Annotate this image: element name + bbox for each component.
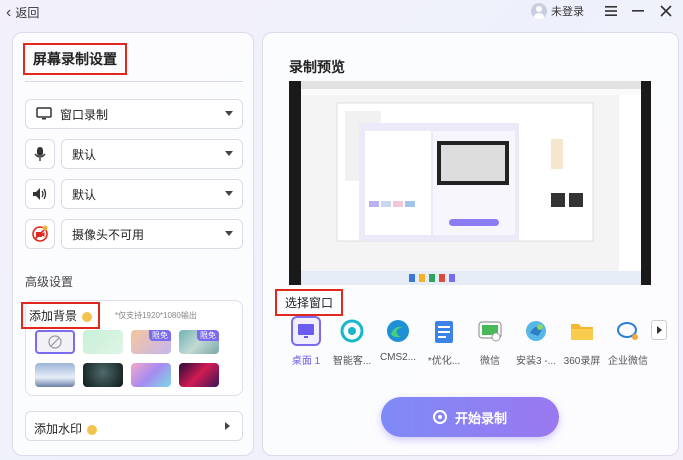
notepad-icon [429, 316, 459, 346]
monitor-icon [291, 316, 321, 346]
window-item-label: 360录屏 [563, 356, 601, 367]
camera-value: 摄像头不可用 [72, 227, 145, 242]
vip-crown-icon [87, 424, 98, 435]
window-item-wecom[interactable]: 企业微信 [607, 316, 649, 367]
window-item-label: 桌面 1 [291, 356, 321, 367]
window-item-label: *优化... [427, 356, 461, 367]
chat-app-icon [337, 316, 367, 346]
window-item-label: 微信 [480, 356, 500, 367]
menu-icon[interactable] [601, 2, 621, 20]
window-item-label: CMS2... [379, 352, 417, 363]
vip-crown-icon [82, 311, 93, 322]
wecom-icon [613, 316, 643, 346]
select-window-title: 选择窗口 [274, 289, 344, 316]
chevron-down-icon [225, 111, 233, 116]
camera-toggle[interactable] [25, 219, 55, 249]
wechat-icon [475, 316, 505, 346]
background-thumb[interactable] [179, 363, 219, 387]
window-item-chat[interactable]: 智能客... [331, 316, 373, 367]
add-background-label: 添加背景 [29, 309, 78, 323]
title-bar: ‹ 返回 未登录 [0, 0, 683, 26]
background-thumb[interactable] [83, 330, 123, 354]
avatar-icon [531, 3, 547, 19]
chevron-left-icon: ‹ [6, 3, 12, 21]
installer-icon [521, 316, 551, 346]
user-login[interactable]: 未登录 [531, 3, 584, 19]
window-item-notepad[interactable]: *优化... [423, 316, 465, 367]
back-label: 返回 [15, 6, 40, 20]
preview-title: 录制预览 [289, 59, 345, 75]
background-thumb[interactable]: 限免 [131, 330, 171, 354]
monitor-icon [36, 107, 52, 120]
free-badge: 限免 [197, 330, 219, 341]
window-item-edge[interactable]: CMS2... [377, 316, 419, 363]
window-item-installer[interactable]: 安装3 -... [515, 316, 557, 367]
window-item-wechat[interactable]: 微信 [469, 316, 511, 367]
preview-screen [289, 81, 651, 285]
background-thumb[interactable]: 限免 [179, 330, 219, 354]
background-none-thumb[interactable] [35, 330, 75, 354]
background-thumb[interactable] [131, 363, 171, 387]
window-item-360[interactable]: 360录屏 [561, 316, 603, 367]
speaker-value: 默认 [72, 187, 97, 202]
window-item-label: 安装3 -... [515, 356, 556, 367]
chevron-down-icon [225, 151, 233, 156]
speaker-select[interactable]: 默认 [61, 179, 243, 209]
speaker-icon [33, 188, 47, 200]
record-icon [432, 410, 447, 424]
background-note: *仅支持1920*1080输出 [115, 311, 197, 320]
add-background-title: 添加背景 [20, 302, 101, 329]
close-icon[interactable] [656, 2, 676, 20]
advanced-settings-label: 高级设置 [25, 275, 74, 289]
window-item-label: 智能客... [332, 356, 372, 367]
settings-title: 屏幕录制设置 [23, 43, 127, 75]
edge-icon [383, 316, 413, 346]
minimize-icon[interactable] [628, 2, 648, 20]
back-button[interactable]: ‹ 返回 [6, 4, 39, 21]
speaker-toggle[interactable] [25, 179, 55, 209]
chevron-down-icon [225, 231, 233, 236]
window-item-desktop[interactable]: 桌面 1 [285, 316, 327, 367]
folder-icon [567, 316, 597, 346]
microphone-icon [34, 147, 46, 161]
chevron-down-icon [225, 191, 233, 196]
microphone-value: 默认 [72, 147, 97, 162]
microphone-toggle[interactable] [25, 139, 55, 169]
record-preview-panel: 录制预览 选择窗口 桌面 1 智能客... CMS2... *优化... 微信 … [262, 32, 679, 456]
camera-select[interactable]: 摄像头不可用 [61, 219, 243, 249]
chevron-right-icon [225, 422, 230, 430]
background-thumb[interactable] [35, 363, 75, 387]
start-recording-button[interactable]: 开始录制 [381, 397, 559, 437]
add-watermark-row[interactable]: 添加水印 [25, 411, 243, 441]
record-mode-select[interactable]: 窗口录制 [25, 99, 243, 129]
preview-screenshot [289, 81, 651, 285]
next-page-button[interactable] [651, 320, 667, 340]
divider [25, 81, 243, 82]
none-icon [48, 335, 62, 349]
free-badge: 限免 [149, 330, 171, 341]
microphone-select[interactable]: 默认 [61, 139, 243, 169]
camera-off-icon [32, 225, 48, 242]
user-label: 未登录 [551, 6, 584, 18]
background-thumb[interactable] [83, 363, 123, 387]
add-watermark-label: 添加水印 [34, 422, 83, 436]
window-item-label: 企业微信 [608, 356, 648, 367]
screen-record-settings-panel: 屏幕录制设置 窗口录制 默认 默认 摄像头不可用 高级设置 添加背景 *仅支持1… [12, 32, 254, 456]
record-mode-value: 窗口录制 [60, 107, 109, 122]
start-recording-label: 开始录制 [454, 410, 507, 426]
